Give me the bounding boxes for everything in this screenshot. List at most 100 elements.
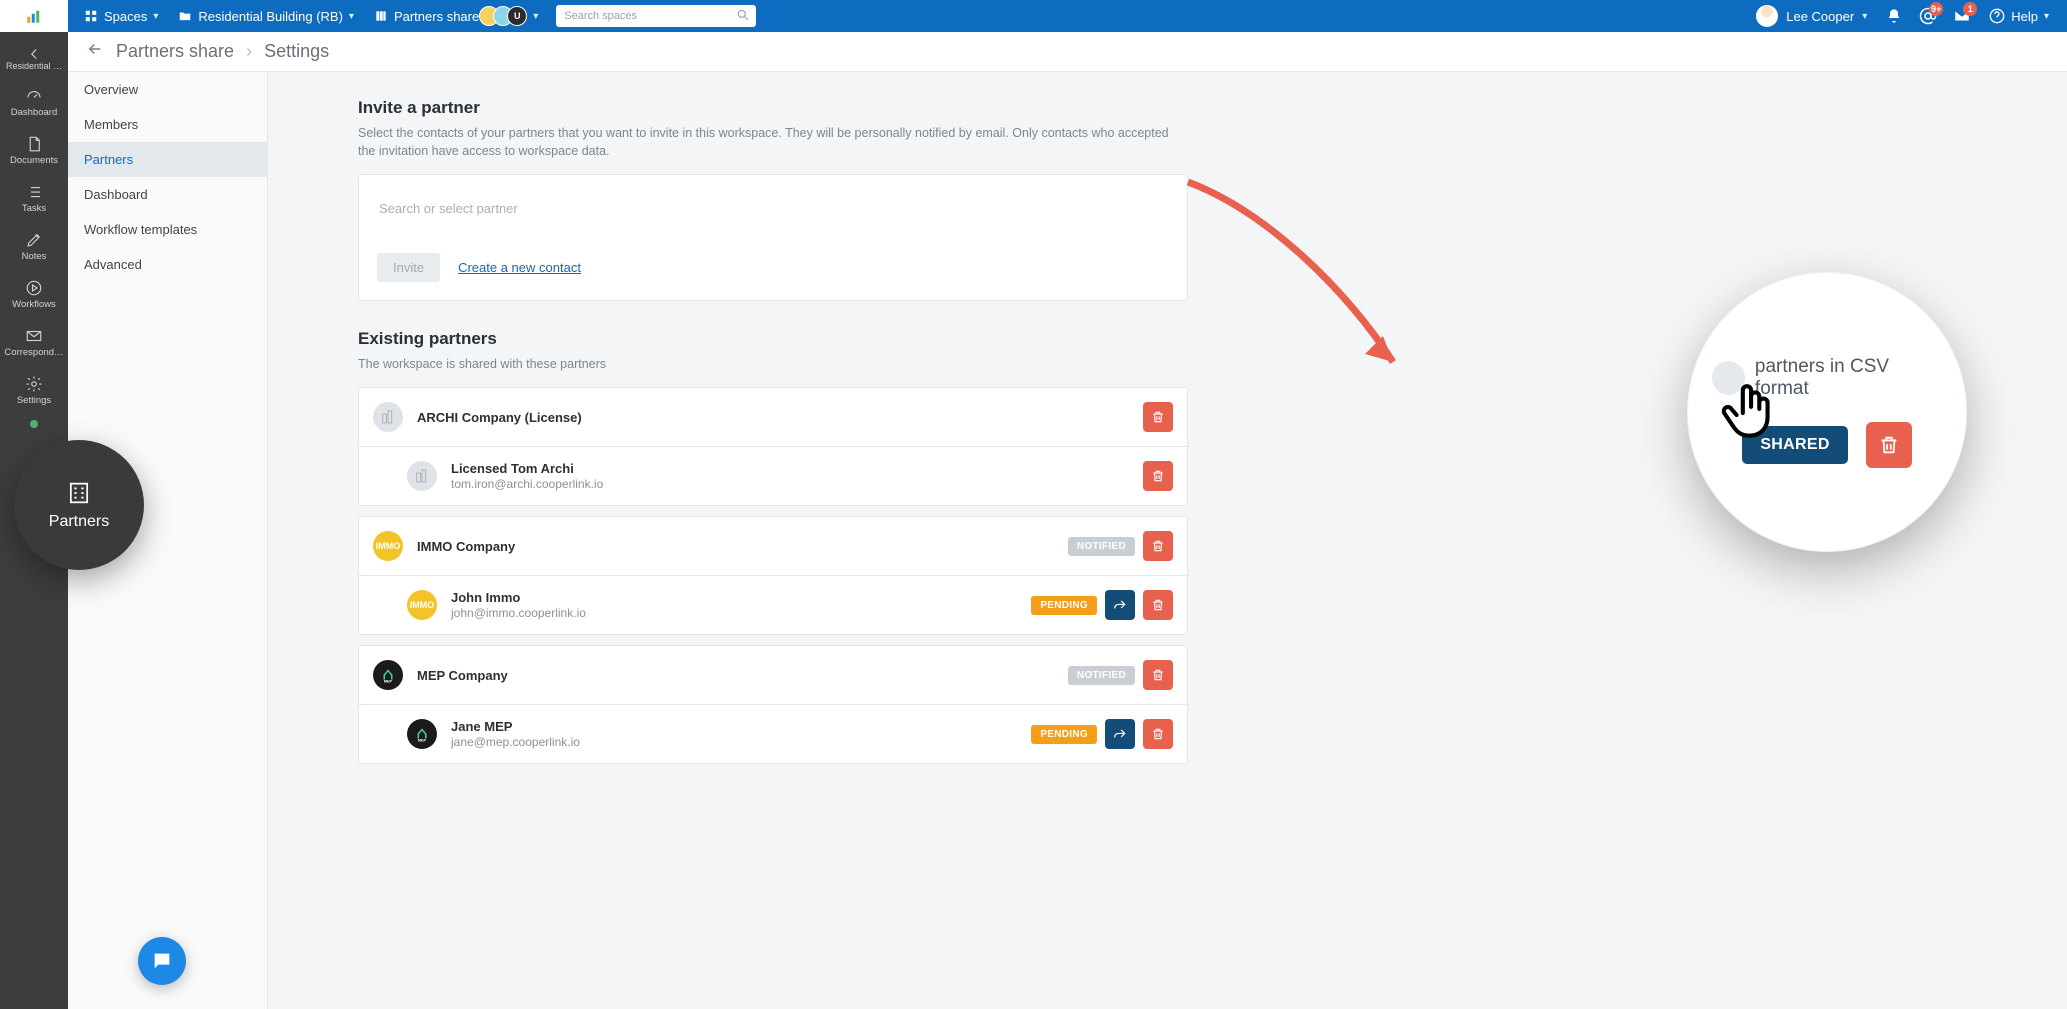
arrow-annotation	[1178, 172, 1458, 405]
company-logo: MEP	[373, 660, 403, 690]
delete-button[interactable]	[1143, 531, 1173, 561]
company-logo: IMMO	[407, 590, 437, 620]
contact-name: Jane MEP	[451, 719, 1017, 734]
partner-company: ARCHI Company (License) Licensed Tom Arch…	[358, 387, 1188, 506]
crumb-settings: Settings	[264, 41, 329, 62]
avatar-stack[interactable]: U	[485, 6, 527, 26]
company-logo	[407, 461, 437, 491]
contact-row: Licensed Tom Architom.iron@archi.cooperl…	[359, 446, 1187, 505]
invite-button[interactable]: Invite	[377, 253, 440, 282]
crumb-partners-share[interactable]: Partners share	[116, 41, 234, 62]
delete-button[interactable]	[1143, 402, 1173, 432]
invite-card: Invite Create a new contact	[358, 174, 1188, 301]
chevron-down-icon: ▾	[2044, 11, 2049, 22]
company-row: ARCHI Company (License)	[359, 388, 1187, 446]
delete-button[interactable]	[1143, 719, 1173, 749]
company-name: MEP Company	[417, 668, 1054, 683]
settings-nav-members[interactable]: Members	[68, 107, 267, 142]
help-menu[interactable]: Help ▾	[1979, 0, 2059, 32]
spaces-menu[interactable]: Spaces ▾	[74, 0, 168, 32]
company-name: ARCHI Company (License)	[417, 410, 1129, 425]
chevron-right-icon: ›	[246, 41, 252, 62]
avatar	[1756, 5, 1778, 27]
search-input[interactable]	[556, 5, 756, 27]
rail-back-label: Residential …	[4, 61, 64, 71]
contact-email: tom.iron@archi.cooperlink.io	[451, 477, 1129, 491]
partner-search-input[interactable]	[377, 193, 1169, 225]
status-badge: PENDING	[1031, 725, 1097, 744]
invite-title: Invite a partner	[358, 98, 2045, 118]
hand-cursor-icon	[1716, 380, 1782, 452]
svg-text:MEP: MEP	[384, 680, 393, 684]
settings-nav-partners[interactable]: Partners	[68, 142, 267, 177]
partners-fab[interactable]: Partners	[14, 440, 144, 570]
chevron-down-icon: ▾	[1862, 11, 1867, 22]
settings-nav-overview[interactable]: Overview	[68, 72, 267, 107]
rail-item-dashboard[interactable]: Dashboard	[4, 78, 63, 126]
chevron-down-icon: ▾	[153, 11, 158, 22]
contact-row: MEP Jane MEPjane@mep.cooperlink.io PENDING	[359, 704, 1187, 763]
project-label: Residential Building (RB)	[198, 9, 343, 24]
rail-item-tasks[interactable]: Tasks	[4, 174, 63, 222]
status-badge: NOTIFIED	[1068, 537, 1135, 556]
settings-nav-workflow-templates[interactable]: Workflow templates	[68, 212, 267, 247]
rail-item-documents[interactable]: Documents	[4, 126, 63, 174]
settings-nav-advanced[interactable]: Advanced	[68, 247, 267, 282]
delete-button[interactable]	[1143, 461, 1173, 491]
notifications-icon[interactable]	[1877, 0, 1911, 32]
chevron-down-icon[interactable]: ▾	[533, 11, 538, 22]
mentions-icon[interactable]: 9+	[1911, 0, 1945, 32]
svg-text:MEP: MEP	[418, 739, 427, 743]
existing-desc: The workspace is shared with these partn…	[358, 355, 1178, 373]
search-icon[interactable]	[736, 8, 750, 25]
status-badge: PENDING	[1031, 596, 1097, 615]
company-logo: IMMO	[373, 531, 403, 561]
csv-export-row[interactable]: partners in CSV format	[1712, 356, 1942, 400]
status-dot	[30, 420, 38, 428]
delete-button[interactable]	[1143, 660, 1173, 690]
settings-nav-dashboard[interactable]: Dashboard	[68, 177, 267, 212]
share-menu[interactable]: Partners share	[364, 0, 489, 32]
app-logo[interactable]	[0, 0, 68, 32]
back-button[interactable]	[86, 40, 104, 63]
rail-item-notes[interactable]: Notes	[4, 222, 63, 270]
status-badge: NOTIFIED	[1068, 666, 1135, 685]
rail-back[interactable]: Residential …	[0, 38, 68, 78]
partners-fab-label: Partners	[49, 513, 109, 531]
company-logo: MEP	[407, 719, 437, 749]
contact-name: John Immo	[451, 590, 1017, 605]
contact-email: jane@mep.cooperlink.io	[451, 735, 1017, 749]
magnifier-callout: partners in CSV format SHARED	[1687, 272, 1967, 552]
rail-item-settings[interactable]: Settings	[4, 366, 63, 414]
share-label: Partners share	[394, 9, 479, 24]
company-logo	[373, 402, 403, 432]
delete-button[interactable]	[1143, 590, 1173, 620]
share-button[interactable]	[1105, 590, 1135, 620]
rail-item-correspond-[interactable]: Correspond…	[4, 318, 63, 366]
create-contact-link[interactable]: Create a new contact	[458, 260, 581, 275]
chat-fab[interactable]	[138, 937, 186, 985]
contact-row: IMMO John Immojohn@immo.cooperlink.io PEND…	[359, 575, 1187, 634]
search-wrap	[556, 5, 756, 27]
user-menu[interactable]: Lee Cooper ▾	[1746, 5, 1877, 27]
csv-label: partners in CSV format	[1755, 356, 1942, 400]
partner-list: ARCHI Company (License) Licensed Tom Arch…	[358, 387, 1188, 764]
inbox-icon[interactable]: 1	[1945, 0, 1979, 32]
company-row: MEP MEP Company NOTIFIED	[359, 646, 1187, 704]
company-name: IMMO Company	[417, 539, 1054, 554]
project-menu[interactable]: Residential Building (RB) ▾	[168, 0, 364, 32]
badge: 9+	[1929, 2, 1943, 16]
breadcrumb: Partners share › Settings	[68, 32, 2067, 72]
chevron-down-icon: ▾	[349, 11, 354, 22]
user-name: Lee Cooper	[1786, 9, 1854, 24]
delete-button[interactable]	[1866, 422, 1912, 468]
contact-name: Licensed Tom Archi	[451, 461, 1129, 476]
badge: 1	[1963, 2, 1977, 16]
share-button[interactable]	[1105, 719, 1135, 749]
invite-desc: Select the contacts of your partners tha…	[358, 124, 1178, 160]
contact-email: john@immo.cooperlink.io	[451, 606, 1017, 620]
partner-company: MEP MEP Company NOTIFIED MEP Jane MEPjane@me…	[358, 645, 1188, 764]
rail-item-workflows[interactable]: Workflows	[4, 270, 63, 318]
spaces-label: Spaces	[104, 9, 147, 24]
partner-company: IMMO IMMO Company NOTIFIED IMMO John Immojoh…	[358, 516, 1188, 635]
